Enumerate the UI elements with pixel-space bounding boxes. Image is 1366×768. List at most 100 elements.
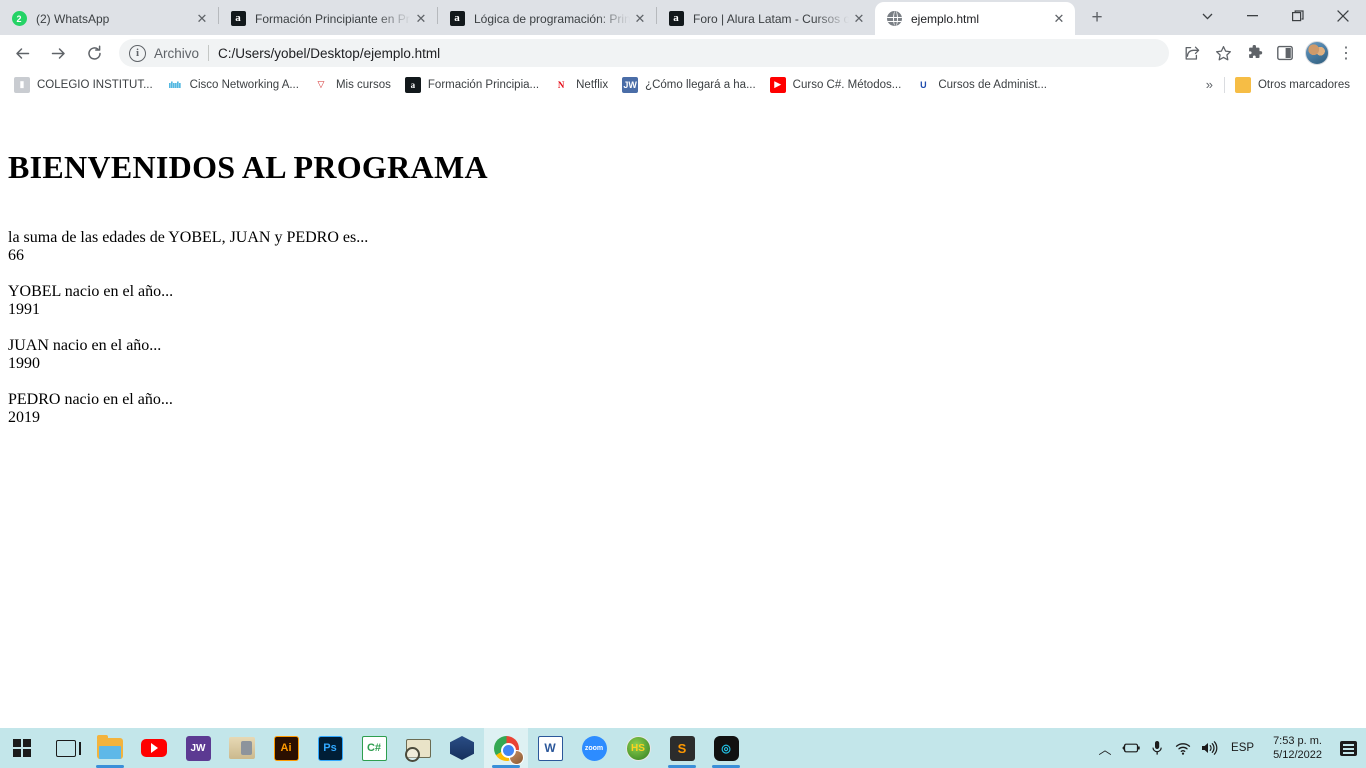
back-button[interactable] bbox=[7, 38, 37, 68]
virtualbox-icon bbox=[450, 736, 474, 760]
task-view-icon bbox=[56, 739, 81, 757]
illustrator-icon: Ai bbox=[273, 735, 299, 761]
taskbar-sublime-text[interactable]: S bbox=[660, 728, 704, 768]
taskbar-opera-gx[interactable]: ◎ bbox=[704, 728, 748, 768]
alura-icon: a bbox=[230, 11, 246, 27]
browser-tab-foro[interactable]: a Foro | Alura Latam - Cursos o ✕ bbox=[657, 2, 875, 35]
close-tab-icon[interactable]: ✕ bbox=[849, 9, 869, 29]
share-icon[interactable] bbox=[1178, 39, 1206, 67]
tab-title: (2) WhatsApp bbox=[36, 11, 110, 26]
browser-tab-logica[interactable]: a Lógica de programación: Prin ✕ bbox=[438, 2, 656, 35]
bookmark-label: Formación Principia... bbox=[427, 78, 540, 91]
system-tray: ︿ ESP 7:53 p. m. 5/12/2022 bbox=[1092, 728, 1366, 768]
taskbar-microsoft-word[interactable]: W bbox=[528, 728, 572, 768]
close-tab-icon[interactable]: ✕ bbox=[1049, 9, 1069, 29]
address-bar[interactable]: i Archivo C:/Users/yobel/Desktop/ejemplo… bbox=[119, 39, 1169, 67]
close-window-button[interactable] bbox=[1320, 0, 1366, 32]
page-info-icon[interactable]: i bbox=[129, 44, 146, 62]
taskbar-youtube[interactable] bbox=[132, 728, 176, 768]
close-tab-icon[interactable]: ✕ bbox=[192, 9, 212, 29]
language-indicator[interactable]: ESP bbox=[1222, 742, 1263, 754]
bookmark-label: Cisco Networking A... bbox=[189, 78, 299, 91]
bookmarks-overflow-icon[interactable]: » bbox=[1199, 73, 1220, 97]
bookmark-star-icon[interactable] bbox=[1209, 39, 1237, 67]
notification-center-button[interactable] bbox=[1332, 728, 1364, 768]
browser-tab-formacion[interactable]: a Formación Principiante en Pr ✕ bbox=[219, 2, 437, 35]
output-label: JUAN nacio en el año... bbox=[8, 337, 162, 354]
web-page-content: BIENVENIDOS AL PROGRAMA la suma de las e… bbox=[0, 98, 1366, 728]
library-icon bbox=[229, 737, 255, 759]
bookmark-cursos-administ[interactable]: U Cursos de Administ... bbox=[909, 73, 1055, 97]
close-tab-icon[interactable]: ✕ bbox=[411, 9, 431, 29]
taskbar-biblioteca[interactable] bbox=[220, 728, 264, 768]
other-bookmarks-label: Otros marcadores bbox=[1257, 78, 1350, 91]
other-bookmarks-folder[interactable]: Otros marcadores bbox=[1229, 73, 1358, 97]
notification-icon bbox=[1339, 740, 1357, 756]
show-hidden-icons-icon[interactable]: ︿ bbox=[1092, 728, 1118, 768]
folder-icon bbox=[97, 734, 123, 759]
tab-title: Lógica de programación: Prin bbox=[474, 11, 630, 26]
bookmarks-divider bbox=[1223, 76, 1225, 93]
taskbar-virtualbox[interactable] bbox=[440, 728, 484, 768]
bookmark-formacion[interactable]: a Formación Principia... bbox=[399, 73, 547, 97]
bookmark-label: COLEGIO INSTITUT... bbox=[37, 78, 153, 91]
taskbar-file-explorer[interactable] bbox=[88, 728, 132, 768]
forward-button[interactable] bbox=[43, 38, 73, 68]
chrome-menu-icon[interactable]: ⋮ bbox=[1332, 39, 1360, 67]
taskbar-google-chrome[interactable] bbox=[484, 728, 528, 768]
minimize-window-button[interactable] bbox=[1230, 0, 1275, 32]
avatar-badge bbox=[508, 749, 524, 765]
tab-title: Formación Principiante en Pr bbox=[255, 11, 410, 26]
taskbar-hotspot-shield[interactable]: HS bbox=[616, 728, 660, 768]
taskbar-visual-csharp[interactable]: C# bbox=[352, 728, 396, 768]
taskbar-photoshop[interactable]: Ps bbox=[308, 728, 352, 768]
window-controls bbox=[1185, 0, 1366, 32]
bookmark-mis-cursos[interactable]: ▽ Mis cursos bbox=[307, 73, 399, 97]
taskbar-jw-library[interactable]: JW bbox=[176, 728, 220, 768]
bookmark-colegio[interactable]: ▮ COLEGIO INSTITUT... bbox=[8, 73, 161, 97]
new-tab-button[interactable]: + bbox=[1083, 4, 1111, 32]
puzzle-icon[interactable] bbox=[1240, 39, 1268, 67]
taskbar-illustrator[interactable]: Ai bbox=[264, 728, 308, 768]
globe-icon bbox=[886, 11, 902, 27]
taskbar-zoom[interactable]: zoom bbox=[572, 728, 616, 768]
youtube-icon: ▶ bbox=[769, 76, 786, 93]
chrome-icon bbox=[493, 735, 524, 765]
close-tab-icon[interactable]: ✕ bbox=[630, 9, 650, 29]
battery-icon[interactable] bbox=[1118, 728, 1144, 768]
page-title: BIENVENIDOS AL PROGRAMA bbox=[8, 149, 488, 185]
photoshop-icon: Ps bbox=[317, 735, 343, 761]
bookmark-cisco[interactable]: ılıılı Cisco Networking A... bbox=[161, 73, 307, 97]
volume-icon[interactable] bbox=[1196, 728, 1222, 768]
bookmark-netflix[interactable]: N Netflix bbox=[547, 73, 616, 97]
output-label: PEDRO nacio en el año... bbox=[8, 391, 173, 408]
bookmark-label: Mis cursos bbox=[335, 78, 391, 91]
jw-icon: JW bbox=[622, 76, 639, 93]
profile-avatar[interactable] bbox=[1305, 41, 1329, 65]
microphone-icon[interactable] bbox=[1144, 728, 1170, 768]
side-panel-icon[interactable] bbox=[1271, 39, 1299, 67]
alura-icon: a bbox=[668, 11, 684, 27]
bookmark-label: Cursos de Administ... bbox=[938, 78, 1047, 91]
bookmarks-bar: ▮ COLEGIO INSTITUT... ılıılı Cisco Netwo… bbox=[0, 71, 1366, 99]
maximize-window-button[interactable] bbox=[1275, 0, 1320, 32]
tab-search-icon[interactable] bbox=[1185, 0, 1230, 32]
start-button[interactable] bbox=[0, 728, 44, 768]
output-block-juan: JUAN nacio en el año... 1990 bbox=[8, 337, 161, 373]
reload-button[interactable] bbox=[79, 38, 109, 68]
wifi-icon[interactable] bbox=[1170, 728, 1196, 768]
browser-tab-whatsapp[interactable]: 2 (2) WhatsApp ✕ bbox=[0, 2, 218, 35]
folder-icon bbox=[1234, 76, 1251, 93]
jw-icon: JW bbox=[185, 735, 211, 761]
csharp-icon: C# bbox=[361, 735, 387, 761]
taskbar-mail-search[interactable] bbox=[396, 728, 440, 768]
taskbar-clock[interactable]: 7:53 p. m. 5/12/2022 bbox=[1263, 734, 1332, 762]
bookmark-curso-csharp[interactable]: ▶ Curso C#. Métodos... bbox=[764, 73, 910, 97]
url-scheme-label: Archivo bbox=[154, 45, 200, 61]
windows-taskbar: JW Ai Ps C# W zoom HS S ◎ ︿ ESP 7:53 p. … bbox=[0, 728, 1366, 768]
tab-title: Foro | Alura Latam - Cursos o bbox=[693, 11, 849, 26]
task-view-button[interactable] bbox=[44, 728, 88, 768]
browser-tab-ejemplo-html[interactable]: ejemplo.html ✕ bbox=[875, 2, 1075, 35]
bookmark-jw[interactable]: JW ¿Cómo llegará a ha... bbox=[616, 73, 764, 97]
url-text: C:/Users/yobel/Desktop/ejemplo.html bbox=[218, 45, 441, 61]
